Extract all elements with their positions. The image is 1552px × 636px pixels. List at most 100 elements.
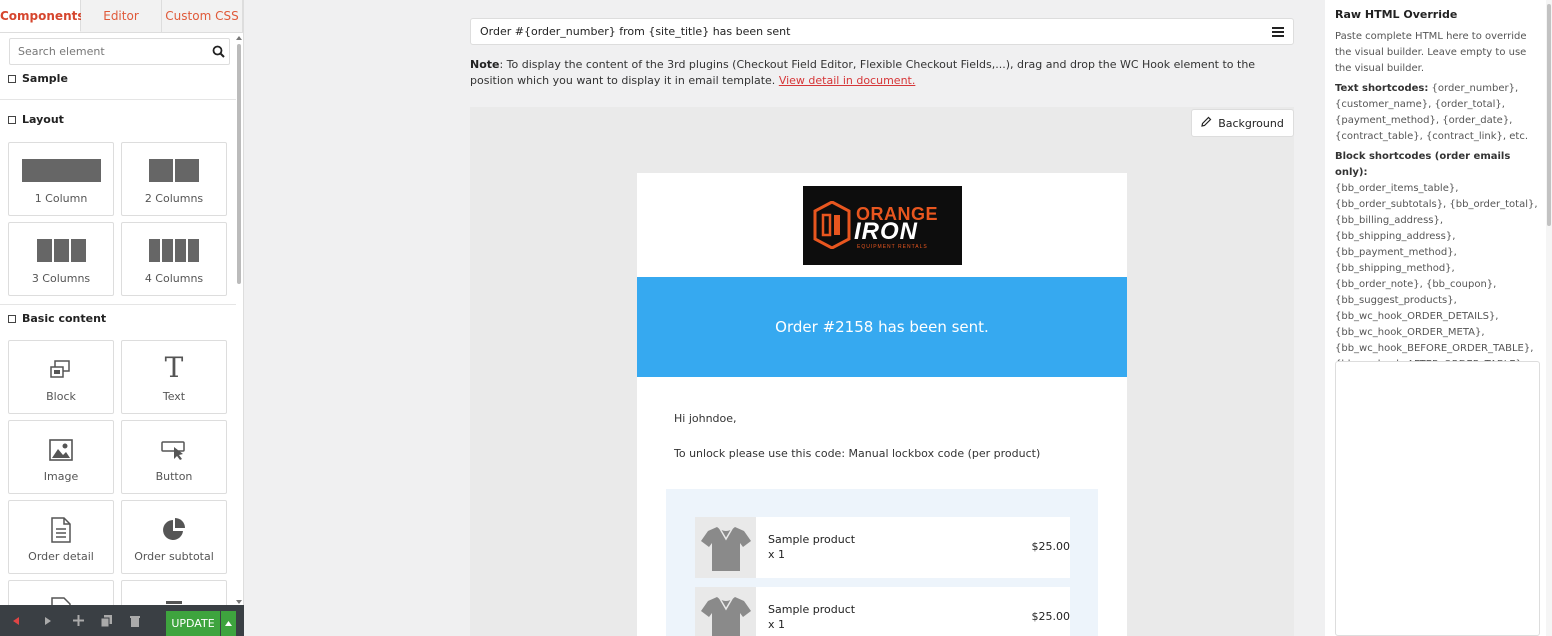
pencil-icon [1201,116,1212,130]
search-icon[interactable] [212,45,225,61]
component-text[interactable]: T Text [121,340,227,414]
component-order-detail[interactable]: Order detail [8,500,114,574]
plus-icon[interactable] [64,605,92,636]
component-4-columns[interactable]: 4 Columns [121,222,227,296]
block-icon [9,359,113,383]
component-3-columns[interactable]: 3 Columns [8,222,114,296]
section-layout[interactable]: Layout [8,113,64,126]
panel-tabs: Components Editor Custom CSS [0,0,243,33]
section-basic-label: Basic content [22,312,107,325]
order-items-block[interactable]: Sample product x 1 $25.00 Sample product x… [666,489,1098,636]
update-button[interactable]: UPDATE [166,611,220,636]
copy-icon[interactable] [92,605,120,636]
one-column-icon [9,159,113,182]
view-doc-link[interactable]: View detail in document. [779,74,916,87]
note-label: Note [470,58,500,71]
product-title: Sample product [768,603,856,616]
component-label: Order detail [28,550,94,563]
search-box [9,38,230,65]
section-layout-label: Layout [22,113,64,126]
document-icon [9,597,113,605]
raw-html-textarea[interactable] [1335,361,1540,636]
scroll-up-icon[interactable] [236,36,242,40]
email-unlock-text[interactable]: To unlock please use this code: Manual l… [674,447,1040,460]
image-icon [9,439,113,461]
product-name: Sample product x 1 [768,602,855,632]
product-title: Sample product [768,533,856,546]
tab-editor[interactable]: Editor [81,0,162,32]
component-label: 4 Columns [144,272,204,285]
component-block[interactable]: Block [8,340,114,414]
email-banner[interactable]: Order #2158 has been sent. [637,277,1127,377]
button-icon [122,441,226,461]
component-more-2[interactable] [121,580,227,605]
collapse-icon [8,115,16,124]
section-sample[interactable]: Sample [8,72,68,85]
email-subject-field[interactable]: Order #{order_number} from {site_title} … [470,18,1294,45]
component-label: Order subtotal [134,550,214,563]
email-preview[interactable]: ORANGE IRON EQUIPMENT RENTALS Order #215… [637,173,1127,636]
bottom-toolbar: UPDATE [0,605,244,636]
hamburger-icon[interactable] [1272,27,1284,40]
raw-html-intro: Paste complete HTML here to override the… [1335,31,1527,74]
order-item: Sample product x 1 $25.00 [695,587,1070,636]
page-scrollbar[interactable] [1546,0,1552,636]
component-2-columns[interactable]: 2 Columns [121,142,227,216]
component-image[interactable]: Image [8,420,114,494]
search-input[interactable] [10,39,200,64]
section-basic-content[interactable]: Basic content [8,312,106,325]
product-qty: x 1 [768,548,786,561]
product-thumbnail [695,587,756,636]
product-price: $25.00 [1031,610,1071,623]
arrow-left-icon[interactable] [2,605,30,636]
raw-html-panel: Raw HTML Override Paste complete HTML he… [1325,0,1552,636]
two-columns-icon [122,159,226,182]
components-list[interactable]: Sample Layout 1 Column 2 Columns 3 Colum… [0,33,243,605]
bar-icon [122,601,226,604]
four-columns-icon [122,239,226,262]
component-order-subtotal[interactable]: Order subtotal [121,500,227,574]
order-subtotal-icon [122,517,226,543]
scroll-down-icon[interactable] [236,600,242,604]
email-greeting[interactable]: Hi johndoe, [674,412,737,425]
components-panel: Components Editor Custom CSS Sample Layo… [0,0,244,636]
block-shortcodes: Block shortcodes (order emails only): {bb… [1335,149,1539,373]
tab-components[interactable]: Components [0,0,85,32]
component-label: Text [162,390,186,403]
component-label: 2 Columns [144,192,204,205]
component-1-column[interactable]: 1 Column [8,142,114,216]
component-label: Image [43,470,79,483]
logo-text-iron: IRON [854,218,918,245]
raw-html-title: Raw HTML Override [1335,8,1458,21]
component-label: Block [46,390,76,403]
editor-note: Note: To display the content of the 3rd … [470,57,1296,89]
scroll-thumb[interactable] [1547,4,1551,226]
component-label: 3 Columns [31,272,91,285]
component-more-1[interactable] [8,580,114,605]
tab-custom-css[interactable]: Custom CSS [162,0,243,32]
logo-mark-icon [813,201,851,249]
update-options-button[interactable] [221,611,236,636]
component-label: 1 Column [34,192,88,205]
collapse-icon [8,74,16,83]
trash-icon[interactable] [121,605,149,636]
logo-text-sub: EQUIPMENT RENTALS [857,244,928,250]
product-thumbnail [695,517,756,578]
email-subject-text[interactable]: Order #{order_number} from {site_title} … [480,25,790,38]
divider [0,99,236,100]
product-name: Sample product x 1 [768,532,855,562]
background-button[interactable]: Background [1191,109,1294,137]
brand-logo[interactable]: ORANGE IRON EQUIPMENT RENTALS [803,186,962,265]
scroll-thumb[interactable] [237,44,241,284]
background-label: Background [1218,116,1284,130]
panel-scrollbar[interactable] [236,36,242,604]
product-qty: x 1 [768,618,786,631]
collapse-icon [8,314,16,323]
play-icon[interactable] [34,605,62,636]
component-button[interactable]: Button [121,420,227,494]
section-sample-label: Sample [22,72,68,85]
order-item: Sample product x 1 $25.00 [695,517,1070,578]
caret-up-icon [225,621,232,626]
three-columns-icon [9,239,113,262]
text-shortcodes: Text shortcodes: {order_number}, {custom… [1335,81,1539,145]
